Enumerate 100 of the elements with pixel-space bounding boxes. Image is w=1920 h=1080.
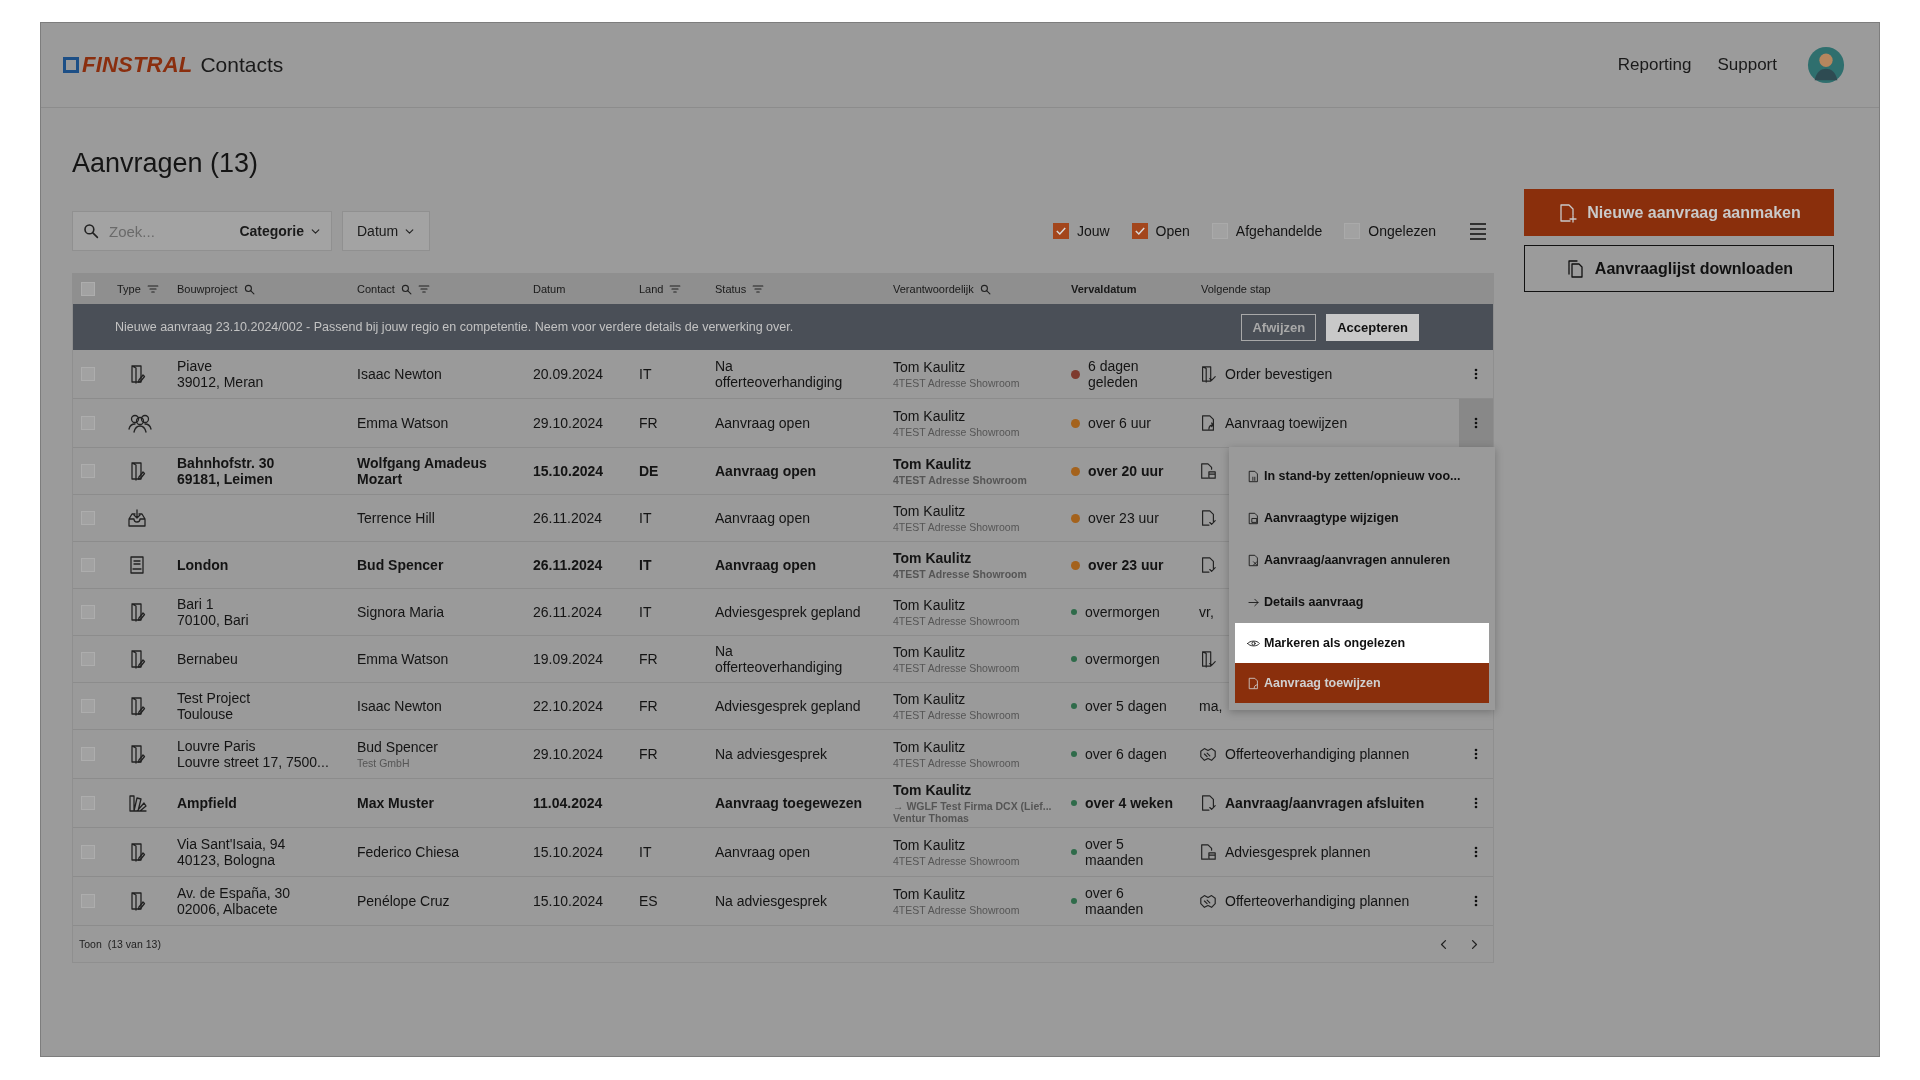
table-cell-text: IT [638,844,653,860]
column-header[interactable]: Verantwoordelijk [893,283,974,295]
table-cell-text: Bahnhofstr. 30 69181, Leimen [176,455,276,487]
due-text: over 6 maanden [1085,885,1144,917]
next-step-text: Offerteoverhandiging plannen [1225,746,1410,762]
download-button[interactable]: Aanvraaglijst downloaden [1524,245,1834,292]
column-header[interactable]: Contact [357,283,395,295]
menu-item[interactable]: Aanvraagtype wijzigen [1235,497,1489,539]
document-arrow-icon [1199,414,1217,432]
table-cell-text: 11.04.2024 [532,795,604,811]
table-cell-text: Louvre Paris Louvre street 17, 7500... [176,738,330,770]
table-cell-text: Via Sant'Isaia, 94 40123, Bologna [176,836,287,868]
responsible-name: Tom Kaulitz [893,408,967,424]
table-cell-text: Na offerteoverhandiging [714,643,844,675]
column-header[interactable]: Vervaldatum [1071,283,1137,295]
table-cell-text: FR [638,746,659,762]
filter-icon [146,283,159,295]
column-header[interactable]: Land [639,283,664,295]
table-cell-text: Bari 1 70100, Bari [176,596,250,628]
menu-item[interactable]: In stand-by zetten/opnieuw voo... [1235,455,1489,497]
next-step-text: ma, [1199,698,1223,714]
filter-icon [669,283,682,295]
search-field[interactable]: Zoek... Categorie [72,211,332,251]
responsible-location: 4TEST Adresse Showroom [893,474,1028,486]
table-cell-text: Isaac Newton [357,698,443,714]
menu-item[interactable]: Details aanvraag [1235,581,1489,623]
table-cell-text: Isaac Newton [357,366,443,382]
select-all-checkbox[interactable] [81,282,95,296]
swatch-icon [127,793,147,813]
date-dropdown[interactable]: Datum [342,211,431,251]
more-button[interactable] [1459,399,1493,447]
document-check-icon [1199,509,1217,527]
table-cell-text: Adviesgesprek gepland [714,698,862,714]
table-cell-text: IT [638,604,653,620]
table-cell-text: 29.10.2024 [532,746,605,762]
responsible-location: 4TEST Adresse Showroom [893,855,1021,867]
brand-logo: FINSTRAL [63,52,193,78]
filter-icon [752,283,765,295]
search-icon [83,223,99,239]
filter-checkbox[interactable]: Ongelezen [1344,223,1436,239]
column-header[interactable]: Bouwproject [177,283,238,295]
check-icon [1054,225,1067,237]
responsible-name: Tom Kaulitz [893,739,967,755]
next-step-text: Offerteoverhandiging plannen [1225,893,1410,909]
due-text: over 4 weken [1085,795,1173,811]
table-cell-text: Na offerteoverhandiging [714,358,844,390]
footer-label: Toon [79,938,102,950]
table-cell-text: 15.10.2024 [532,893,605,909]
table-cell-text: Aanvraag open [714,415,811,431]
column-header[interactable]: Status [715,283,747,295]
nav-link[interactable]: Support [1717,55,1777,75]
kebab-icon [1474,797,1478,809]
responsible-name: Tom Kaulitz [893,503,967,519]
column-header[interactable]: Type [117,283,141,295]
responsible-location: 4TEST Adresse Showroom [893,709,1021,721]
table-cell-text: Av. de España, 30 02006, Albacete [176,885,292,917]
due-text: over 5 dagen [1085,698,1167,714]
table-cell-text: Adviesgesprek gepland [714,604,862,620]
menu-item[interactable]: Aanvraag toewijzen [1235,663,1489,703]
create-button[interactable]: Nieuwe aanvraag aanmaken [1524,189,1834,236]
nav-link[interactable]: Reporting [1617,55,1692,75]
responsible-location: 4TEST Adresse Showroom [893,904,1021,916]
menu-icon[interactable] [1468,221,1488,241]
responsible-location: 4TEST Adresse Showroom [893,615,1021,627]
responsible-location: → WGLF Test Firma DCX (Lief... Ventur Thomas [893,800,1053,824]
menu-item[interactable]: Aanvraag/aanvragen annuleren [1235,539,1489,581]
banner-text: Nieuwe aanvraag 23.10.2024/002 - Passend bij jouw regio en competentie. Neem voor verdere details de verwerking over. [115,320,795,334]
responsible-name: Tom Kaulitz [893,359,967,375]
table-cell-text: Bud Spencer [357,739,439,755]
table-cell-text: FR [638,415,659,431]
table-cell-text: Aanvraag toegewezen [714,795,864,811]
search-icon [243,283,255,295]
page-title: Aanvragen (13) [72,148,260,180]
kebab-icon [1474,368,1478,380]
accept-button[interactable]: Accepteren [1326,313,1419,341]
filter-checkbox[interactable]: Afgehandelde [1211,223,1323,239]
table-cell-text: Emma Watson [357,651,450,667]
category-dropdown[interactable]: Categorie [239,223,321,239]
filter-checkbox[interactable]: Open [1131,223,1190,239]
document-pause-icon [1247,469,1260,483]
document-cross-icon [1247,553,1260,567]
due-text: over 5 maanden [1085,836,1144,868]
avatar[interactable] [1807,46,1845,84]
table-cell-text: London [176,557,230,573]
table-cell-text: IT [638,557,653,573]
handshake-icon [1199,892,1217,910]
table-cell-text: Aanvraag open [714,844,811,860]
table-cell-text: 19.09.2024 [532,651,605,667]
reject-button[interactable]: Afwijzen [1241,313,1317,341]
table-cell-text: 20.09.2024 [532,366,605,382]
menu-item[interactable]: Markeren als ongelezen [1235,623,1489,663]
document-calendar-icon [1199,843,1217,861]
due-text: 6 dagen geleden [1088,358,1139,390]
table-cell-text: Piave 39012, Meran [176,358,265,390]
table-cell-text: ES [638,893,659,909]
filter-checkbox[interactable]: Jouw [1052,223,1110,239]
column-header[interactable]: Volgende stap [1201,283,1271,295]
due-text: over 20 uur [1088,463,1164,479]
column-header[interactable]: Datum [533,283,566,295]
filter-icon [417,283,430,295]
